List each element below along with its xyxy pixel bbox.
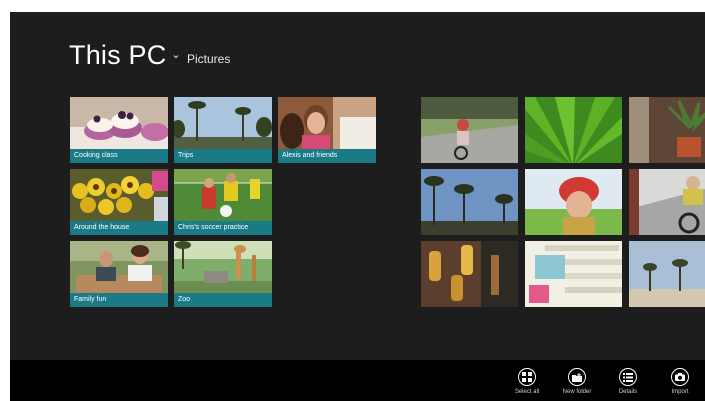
- photo-thumbnail: [421, 97, 518, 163]
- app-bar: Select all New folder Details Import: [10, 360, 705, 401]
- folder-thumbnail: [278, 97, 376, 149]
- details-label: Details: [618, 389, 638, 395]
- folder-thumbnail: [174, 169, 272, 221]
- photo-tile[interactable]: [525, 241, 622, 307]
- new-folder-label: New folder: [562, 389, 592, 395]
- import-button[interactable]: Import: [660, 368, 700, 401]
- folder-label: Zoo: [174, 293, 272, 307]
- import-icon: [671, 368, 689, 386]
- photo-thumbnail: [421, 241, 518, 307]
- photo-tile[interactable]: [421, 241, 518, 307]
- folder-tile-chris-soccer-practice[interactable]: Chris's soccer practice: [174, 169, 272, 235]
- folder-label: Chris's soccer practice: [174, 221, 272, 235]
- folder-label: Family fun: [70, 293, 168, 307]
- photo-tile[interactable]: [525, 169, 622, 235]
- new-folder-button[interactable]: New folder: [557, 368, 597, 401]
- photo-tile[interactable]: [629, 169, 705, 235]
- import-label: Import: [671, 389, 689, 395]
- photo-tile[interactable]: [629, 97, 705, 163]
- photo-thumbnail: [629, 241, 705, 307]
- photo-tile[interactable]: [421, 169, 518, 235]
- folder-tile-zoo[interactable]: Zoo: [174, 241, 272, 307]
- photo-tile[interactable]: [525, 97, 622, 163]
- photo-thumbnail: [629, 97, 705, 163]
- select-all-label: Select all: [514, 389, 540, 395]
- folder-thumbnail: [70, 241, 168, 293]
- photo-thumbnail: [525, 241, 622, 307]
- photo-thumbnail: [629, 169, 705, 235]
- folder-thumbnail: [174, 241, 272, 293]
- location-title-text: This PC: [69, 40, 167, 70]
- folder-thumbnail: [174, 97, 272, 149]
- folder-thumbnail: [70, 169, 168, 221]
- photo-thumbnail: [525, 97, 622, 163]
- folder-tile-trips[interactable]: Trips: [174, 97, 272, 163]
- details-icon: [619, 368, 637, 386]
- folder-tile-cooking-class[interactable]: Cooking class: [70, 97, 168, 163]
- folder-tile-family-fun[interactable]: Family fun: [70, 241, 168, 307]
- folder-label: Around the house: [70, 221, 168, 235]
- folder-tile-alexis-and-friends[interactable]: Alexis and friends: [278, 97, 376, 163]
- folder-tile-around-the-house[interactable]: Around the house: [70, 169, 168, 235]
- chevron-down-icon: ⌄: [171, 49, 181, 61]
- new-folder-icon: [568, 368, 586, 386]
- select-all-icon: [518, 368, 536, 386]
- library-subtitle: Pictures: [187, 52, 231, 66]
- pictures-screen: This PC ⌄ Pictures Cooking class Trips A…: [10, 12, 705, 401]
- location-title[interactable]: This PC ⌄: [69, 40, 181, 71]
- photo-tile[interactable]: [421, 97, 518, 163]
- photo-thumbnail: [421, 169, 518, 235]
- select-all-button[interactable]: Select all: [507, 368, 547, 401]
- photo-tile[interactable]: [629, 241, 705, 307]
- folder-label: Trips: [174, 149, 272, 163]
- folder-label: Alexis and friends: [278, 149, 376, 163]
- photo-thumbnail: [525, 169, 622, 235]
- folder-label: Cooking class: [70, 149, 168, 163]
- folder-thumbnail: [70, 97, 168, 149]
- details-button[interactable]: Details: [608, 368, 648, 401]
